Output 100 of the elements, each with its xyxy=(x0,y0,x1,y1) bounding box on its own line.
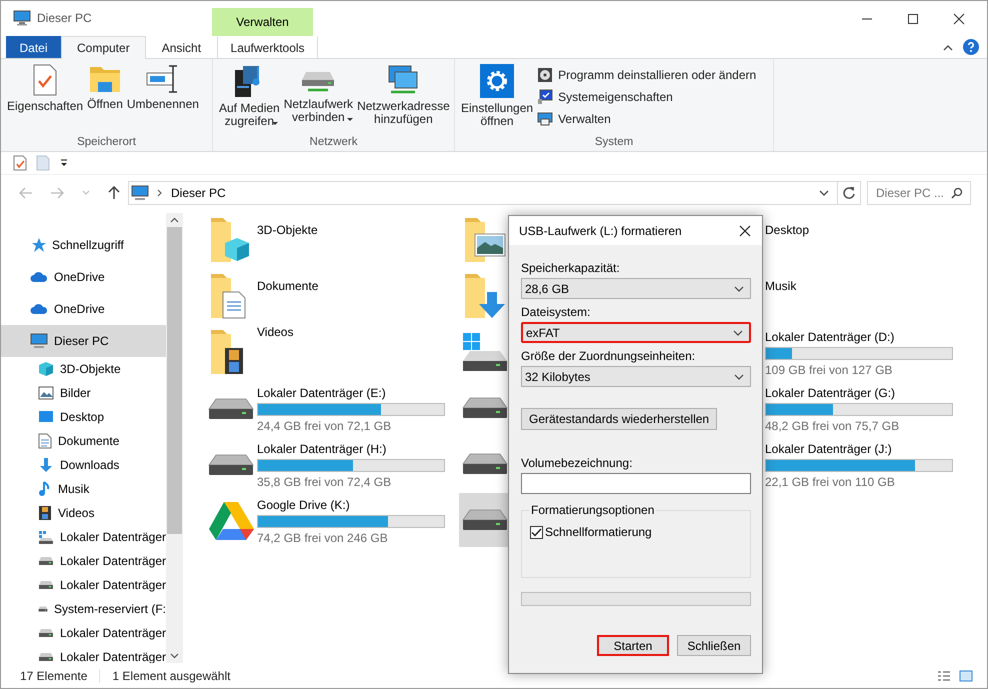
field-label: Speicherkapazität: xyxy=(521,261,621,275)
field-label: Volumebezeichnung: xyxy=(521,456,634,470)
item-name[interactable]: Lokaler Datenträger (E:) xyxy=(257,386,445,400)
free-space: 24,4 GB frei von 72,1 GB xyxy=(257,418,392,432)
check-icon xyxy=(531,528,542,536)
item-name[interactable]: 3D-Objekte xyxy=(257,223,318,237)
chevron-down-icon xyxy=(733,330,743,336)
ribbon-button[interactable]: Umbenennen xyxy=(124,61,201,133)
ribbon-tab[interactable]: Datei xyxy=(6,36,61,58)
drive-icon xyxy=(208,454,254,476)
ribbon-button[interactable]: Netzwerkadresse hinzufügen xyxy=(355,61,452,133)
ribbon-button[interactable]: Einstellungen öffnen xyxy=(459,61,536,133)
folder-icon xyxy=(88,64,121,94)
nav-item[interactable]: OneDrive xyxy=(1,261,166,293)
checkbox[interactable] xyxy=(530,526,543,538)
details-view-icon[interactable] xyxy=(937,670,951,682)
dropdown[interactable]: 28,6 GB xyxy=(521,278,751,299)
nav-item[interactable]: Downloads xyxy=(1,453,166,477)
selection-highlight[interactable] xyxy=(459,493,511,547)
ribbon-tab[interactable]: Laufwerktools xyxy=(217,36,318,58)
item-name[interactable]: Lokaler Datenträger (H:) xyxy=(257,442,445,456)
window-title: Dieser PC xyxy=(37,11,92,25)
nav-item[interactable]: OneDrive xyxy=(1,293,166,325)
item-name[interactable]: Lokaler Datenträger (G:) xyxy=(765,386,953,400)
close-icon[interactable] xyxy=(953,13,965,25)
drive-icon xyxy=(38,604,48,614)
ribbon-button[interactable]: Öffnen xyxy=(85,61,125,133)
volume-label-field[interactable] xyxy=(521,473,751,494)
nav-item[interactable]: Bilder xyxy=(1,381,166,405)
scroll-down-icon[interactable] xyxy=(170,653,179,659)
folder-icon xyxy=(464,217,506,263)
dropdown[interactable]: exFAT xyxy=(521,322,751,343)
drive-triangle-icon xyxy=(208,501,254,541)
close-icon[interactable] xyxy=(739,224,751,236)
scroll-up-icon[interactable] xyxy=(170,217,179,223)
item-name[interactable]: Lokaler Datenträger (D:) xyxy=(765,330,953,344)
nav-item[interactable]: Dokumente xyxy=(1,429,166,453)
drive-icon xyxy=(38,652,54,662)
nav-item[interactable]: Lokaler Datenträger xyxy=(1,573,166,597)
monitor-check-icon xyxy=(537,89,554,105)
help-icon[interactable] xyxy=(963,39,979,55)
nav-item[interactable]: Lokaler Datenträger xyxy=(1,621,166,645)
nav-item[interactable]: Desktop xyxy=(1,405,166,429)
ribbon-button[interactable]: Verwalten xyxy=(535,109,758,129)
maximize-icon[interactable] xyxy=(907,13,919,25)
dropdown[interactable]: 32 Kilobytes xyxy=(521,366,751,387)
free-space: 48,2 GB frei von 75,7 GB xyxy=(765,418,900,432)
group-label: System xyxy=(594,136,634,150)
nav-item[interactable]: Schnellzugriff xyxy=(1,229,166,261)
group-legend: Formatierungsoptionen xyxy=(529,503,656,517)
free-space: 109 GB frei von 127 GB xyxy=(765,362,894,376)
document-icon xyxy=(38,433,52,449)
item-name[interactable]: Google Drive (K:) xyxy=(257,498,445,512)
context-tab-group: Verwalten xyxy=(212,8,313,36)
cube-icon xyxy=(38,361,54,377)
picture-icon xyxy=(38,386,54,400)
item-name[interactable]: Dokumente xyxy=(257,279,318,293)
ribbon-button[interactable]: Netzlaufwerk verbinden xyxy=(282,61,356,133)
download-icon xyxy=(38,457,54,473)
item-name[interactable]: Musik xyxy=(765,279,796,293)
up-icon[interactable] xyxy=(108,186,120,200)
customize-icon[interactable] xyxy=(59,158,69,168)
search-field[interactable]: Dieser PC ... xyxy=(867,181,971,205)
selection-count: 1 Element ausgewählt xyxy=(112,668,230,682)
group-label: Netzwerk xyxy=(310,136,358,150)
nav-item[interactable]: Videos xyxy=(1,501,166,525)
ribbon-button[interactable]: Auf Medien zugreifen xyxy=(217,61,282,133)
quick-format-checkbox[interactable]: Schnellformatierung xyxy=(530,525,742,539)
tiles-view-icon[interactable] xyxy=(959,670,973,682)
free-space: 74,2 GB frei von 246 GB xyxy=(257,530,389,544)
dialog-button[interactable]: Schließen xyxy=(677,635,751,656)
nav-item[interactable]: Lokaler Datenträger xyxy=(1,525,166,549)
chevron-down-icon xyxy=(734,286,744,292)
field-label: Größe der Zuordnungseinheiten: xyxy=(521,349,696,363)
dialog-button[interactable]: Starten xyxy=(597,635,669,656)
nav-item[interactable]: Lokaler Datenträger xyxy=(1,549,166,573)
ribbon-tab[interactable]: Computer xyxy=(61,36,146,59)
ribbon-button[interactable]: Programm deinstallieren oder ändern xyxy=(535,65,758,85)
item-name[interactable]: Videos xyxy=(257,325,294,339)
ribbon-button[interactable]: Eigenschaften xyxy=(5,61,86,133)
chevron-icon xyxy=(157,189,163,197)
drive-icon xyxy=(38,556,54,566)
windows-drive-icon xyxy=(38,530,54,544)
ribbon-button[interactable]: Systemeigenschaften xyxy=(535,87,758,107)
cloud-icon xyxy=(30,303,48,315)
checklist-icon xyxy=(31,64,60,96)
nav-item[interactable]: 3D-Objekte xyxy=(1,357,166,381)
nav-item[interactable]: System-reserviert (F: xyxy=(1,597,166,621)
dropdown-icon[interactable] xyxy=(819,189,829,197)
item-name[interactable]: Lokaler Datenträger (J:) xyxy=(765,442,953,456)
scroll-thumb[interactable] xyxy=(167,227,182,534)
computer-manage-icon xyxy=(537,111,554,127)
properties-icon[interactable] xyxy=(13,155,27,171)
item-name[interactable]: Desktop xyxy=(765,223,810,237)
address-field[interactable]: Dieser PC xyxy=(128,181,861,205)
restore-defaults-button[interactable]: Gerätestandards wiederherstellen xyxy=(521,408,718,430)
nav-item[interactable]: Dieser PC xyxy=(1,325,166,357)
nav-item[interactable]: Musik xyxy=(1,477,166,501)
collapse-icon[interactable] xyxy=(943,44,953,52)
scrollbar[interactable] xyxy=(166,213,183,663)
